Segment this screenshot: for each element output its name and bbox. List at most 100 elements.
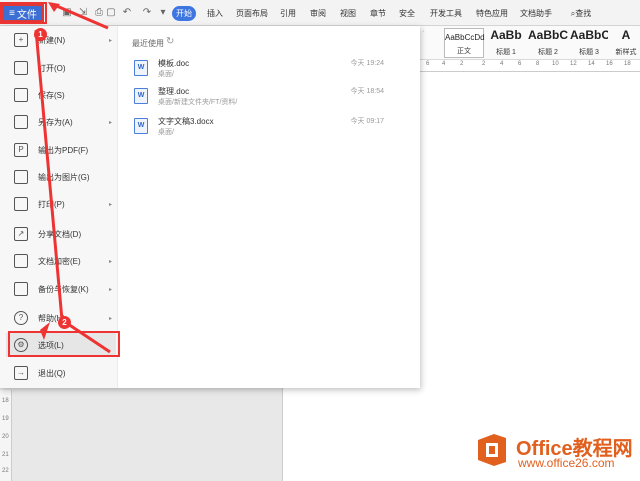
menu-item-share[interactable]: ↗ 分享文档(D) [6, 222, 116, 246]
tab-start[interactable]: 开始 [172, 6, 196, 21]
dropdown-icon[interactable]: ▾ [156, 6, 170, 20]
folder-icon [14, 61, 28, 75]
menu-item-encrypt[interactable]: 文档加密(E) ▸ [6, 249, 116, 273]
print-icon [14, 197, 28, 211]
style-heading2-sample: AaBbC [528, 28, 568, 42]
tab-insert[interactable]: 插入 [204, 6, 226, 21]
menu-item-export-pdf[interactable]: P 输出为PDF(F) [6, 138, 116, 162]
menu-item-backup[interactable]: 备份与恢复(K) ▸ [6, 277, 116, 301]
menu-item-export-pdf-label: 输出为PDF(F) [38, 145, 89, 155]
new-style-label: 新样式 [615, 49, 637, 56]
menu-item-export-image[interactable]: 输出为图片(G) [6, 165, 116, 189]
watermark: Office教程网 www.office26.com [470, 426, 638, 474]
chevron-right-icon: ▸ [108, 286, 112, 293]
menu-item-save[interactable]: 保存(S) [6, 83, 116, 107]
new-style-sample: A [621, 28, 631, 42]
step-badge-2: 2 [58, 316, 71, 329]
tab-chapter[interactable]: 章节 [369, 6, 387, 21]
style-heading1[interactable]: AaBb 标题 1 [486, 28, 526, 58]
menu-item-save-label: 保存(S) [38, 90, 65, 100]
style-heading2-label: 标题 2 [538, 49, 558, 56]
chevron-right-icon: ▸ [108, 201, 112, 208]
vertical-ruler: 18 19 20 21 22 [0, 390, 12, 481]
tab-doc-assistant[interactable]: 文档助手 [520, 6, 552, 21]
word-doc-icon: W [134, 88, 148, 104]
style-heading1-label: 标题 1 [496, 49, 516, 56]
image-icon [14, 170, 28, 184]
word-doc-icon: W [134, 118, 148, 134]
chevron-right-icon: ▸ [108, 37, 112, 44]
top-toolbar: ≡ 文件 ▣ ⇲ ⎙ ▢ ↶ ↷ ▾ 开始 插入 页面布局 引用 审阅 视图 章… [0, 0, 640, 26]
chevron-right-icon: ▸ [108, 258, 112, 265]
office-logo-icon [478, 434, 506, 466]
style-heading3-label: 标题 3 [579, 49, 599, 56]
chevron-right-icon: ▸ [108, 315, 112, 322]
menu-item-share-label: 分享文档(D) [38, 229, 82, 239]
recent-file-name: 整理.doc [158, 87, 190, 96]
recent-file-time: 今天 18:54 [350, 88, 384, 95]
menu-item-open[interactable]: 打开(O) [6, 56, 116, 80]
share-icon: ↗ [14, 227, 28, 241]
tab-developer[interactable]: 开发工具 [430, 6, 462, 21]
step-badge-1: 1 [34, 28, 47, 41]
refresh-icon[interactable]: ↻ [166, 36, 174, 47]
chevron-right-icon: ▸ [108, 119, 112, 126]
recent-file-path: 桌面/ [158, 129, 174, 136]
new-doc-icon: + [14, 33, 28, 47]
style-heading1-sample: AaBb [490, 28, 522, 42]
pdf-icon: P [14, 143, 28, 157]
help-icon: ? [14, 311, 28, 325]
menu-item-print-label: 打印(P) [38, 199, 65, 209]
save-icon[interactable]: ▣ [60, 6, 74, 20]
export-icon[interactable]: ⇲ [76, 6, 90, 20]
style-heading2[interactable]: AaBbC 标题 2 [528, 28, 568, 58]
save-as-icon [14, 115, 28, 129]
recent-file-item[interactable]: W 文字文稿3.docx 桌面/ 今天 09:17 [134, 116, 384, 142]
style-normal[interactable]: AaBbCcDd 正文 [444, 28, 485, 58]
recent-file-path: 桌面/ [158, 71, 174, 78]
menu-item-exit[interactable]: → 退出(Q) [6, 361, 116, 385]
ribbon-separator: · [422, 28, 425, 35]
recent-file-path: 桌面/新建文件夹/FT/资料/ [158, 99, 238, 106]
horizontal-ruler: 6 4 2 2 4 6 8 10 12 14 16 18 [420, 60, 640, 72]
recent-file-time: 今天 19:24 [350, 60, 384, 67]
tab-page-layout[interactable]: 页面布局 [236, 6, 268, 21]
style-normal-sample: AaBbCcDd [445, 33, 485, 42]
recent-file-item[interactable]: W 模板.doc 桌面/ 今天 19:24 [134, 58, 384, 84]
recent-file-name: 文字文稿3.docx [158, 117, 214, 126]
tab-review[interactable]: 审阅 [309, 6, 327, 21]
annotation-box-options [8, 331, 120, 357]
menu-item-exit-label: 退出(Q) [38, 368, 66, 378]
backup-icon [14, 282, 28, 296]
tab-references[interactable]: 引用 [279, 6, 297, 21]
menu-item-export-image-label: 输出为图片(G) [38, 172, 90, 182]
preview-icon[interactable]: ▢ [104, 6, 118, 20]
word-doc-icon: W [134, 60, 148, 76]
watermark-url: www.office26.com [518, 456, 615, 470]
undo-icon[interactable]: ↶ [120, 6, 134, 20]
menu-item-save-as[interactable]: 另存为(A) ▸ [6, 110, 116, 134]
lock-icon [14, 254, 28, 268]
exit-icon: → [14, 366, 28, 380]
tab-find[interactable]: ⌕查找 [566, 6, 596, 21]
tab-find-label: 查找 [575, 9, 592, 18]
menu-item-new[interactable]: + 新建(N) ▸ [6, 28, 116, 52]
style-heading3[interactable]: AaBbC 标题 3 [570, 28, 608, 58]
menu-item-open-label: 打开(O) [38, 63, 66, 73]
menu-item-save-as-label: 另存为(A) [38, 117, 73, 127]
style-normal-label: 正文 [457, 48, 471, 55]
tab-view[interactable]: 视图 [339, 6, 357, 21]
recent-file-item[interactable]: W 整理.doc 桌面/新建文件夹/FT/资料/ 今天 18:54 [134, 86, 384, 112]
tab-features[interactable]: 特色应用 [476, 6, 508, 21]
recent-file-time: 今天 09:17 [350, 118, 384, 125]
recent-file-name: 模板.doc [158, 59, 190, 68]
menu-item-print[interactable]: 打印(P) ▸ [6, 192, 116, 216]
style-heading3-sample: AaBbC [570, 28, 608, 42]
redo-icon[interactable]: ↷ [140, 6, 154, 20]
menu-item-backup-label: 备份与恢复(K) [38, 284, 89, 294]
save-icon [14, 88, 28, 102]
style-gallery: · AaBbCcDd 正文 AaBb 标题 1 AaBbC 标题 2 AaBbC… [420, 26, 640, 60]
tab-security[interactable]: 安全 [398, 6, 416, 21]
new-style-button[interactable]: A 新样式 [612, 28, 640, 58]
annotation-box-file [0, 2, 47, 24]
